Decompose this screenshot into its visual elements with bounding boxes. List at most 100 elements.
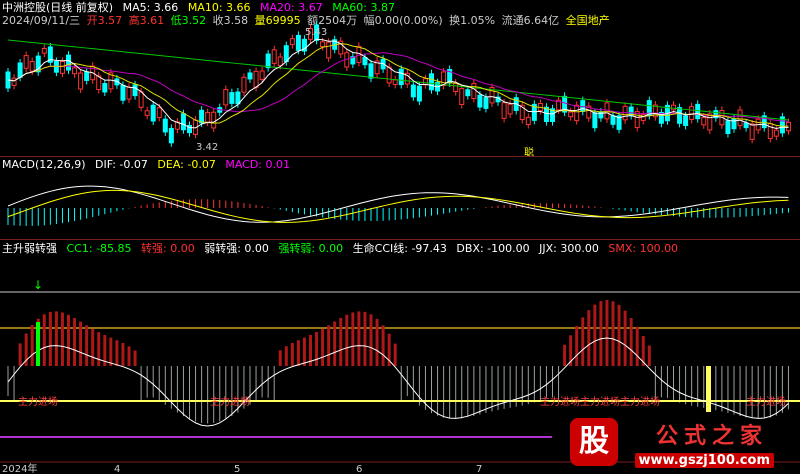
indicator-bar bbox=[13, 366, 15, 401]
indicator-bar bbox=[48, 311, 52, 366]
rzq-value: 弱转强: 0.00 bbox=[204, 242, 269, 255]
low-price-label: 3.42 bbox=[196, 142, 218, 153]
candle bbox=[743, 122, 749, 129]
indicator-bar bbox=[115, 340, 119, 366]
indicator-bar bbox=[461, 366, 463, 419]
candle bbox=[695, 103, 701, 120]
candle bbox=[271, 49, 277, 64]
indicator-bar bbox=[685, 366, 687, 405]
indicator-bar bbox=[443, 366, 445, 418]
candle bbox=[386, 66, 392, 84]
candle bbox=[574, 104, 580, 122]
indicator-bar bbox=[763, 366, 765, 419]
x-tick-0: 2024年 bbox=[2, 462, 37, 474]
indicator-bar bbox=[727, 366, 729, 414]
candle bbox=[453, 82, 459, 93]
indicator-bar bbox=[261, 366, 263, 398]
candle bbox=[17, 62, 23, 78]
macd-header: MACD(12,26,9) DIF: -0.07 DEA: -0.07 MACD… bbox=[2, 158, 296, 171]
x-tick-3: 6 bbox=[356, 464, 362, 474]
indicator-bar bbox=[255, 366, 257, 401]
indicator-bar bbox=[201, 366, 203, 424]
candle bbox=[701, 117, 707, 126]
indicator-bar bbox=[363, 311, 367, 366]
macd-value: MACD: 0.01 bbox=[225, 158, 290, 171]
indicator-bar bbox=[611, 301, 615, 366]
candle bbox=[525, 116, 531, 126]
indicator-bar bbox=[284, 346, 288, 366]
candle bbox=[368, 63, 374, 79]
indicator-bar bbox=[533, 366, 535, 403]
indicator-bar bbox=[660, 366, 662, 398]
candle bbox=[78, 72, 84, 90]
candle bbox=[592, 112, 598, 129]
indicator-bar bbox=[733, 366, 735, 415]
pane-divider-1 bbox=[0, 156, 800, 157]
candle bbox=[241, 76, 247, 93]
indicator-bar bbox=[321, 328, 325, 366]
chart-canvas[interactable]: 5.43 3.42 聪 ↓ 主力进场 主力进场 主力进场主力进场主力进场 主力进… bbox=[0, 0, 800, 474]
candle bbox=[465, 89, 471, 97]
indicator-bar bbox=[400, 366, 402, 401]
candle bbox=[398, 68, 404, 86]
candles bbox=[5, 20, 791, 147]
candle bbox=[689, 106, 695, 120]
indicator-bar bbox=[109, 337, 113, 366]
indicator-bar bbox=[787, 366, 789, 410]
indicator-bar bbox=[558, 366, 560, 402]
candle bbox=[211, 111, 217, 129]
candle bbox=[132, 84, 138, 97]
candle bbox=[235, 91, 241, 105]
indicator-bar bbox=[623, 310, 627, 366]
indicator-bar bbox=[327, 325, 331, 366]
indicator-bar bbox=[133, 350, 137, 366]
candle bbox=[392, 79, 398, 85]
indicator-bar bbox=[418, 366, 420, 406]
indicator-bar bbox=[605, 300, 609, 366]
candle bbox=[199, 109, 205, 124]
candle bbox=[253, 70, 259, 88]
indicator-bar bbox=[302, 337, 306, 366]
indicator-bar bbox=[140, 366, 142, 401]
watermark: 股 公式之家 www.gszj100.com bbox=[556, 412, 796, 472]
dea-value: DEA: -0.07 bbox=[157, 158, 216, 171]
candle bbox=[180, 113, 186, 131]
candle bbox=[640, 114, 646, 121]
cci-value: 生命CCI线: -97.43 bbox=[352, 242, 447, 255]
indicator-bar bbox=[176, 366, 178, 413]
indicator-bar bbox=[769, 366, 771, 418]
candle bbox=[59, 60, 65, 74]
indicator-bar bbox=[207, 366, 209, 424]
indicator-bar bbox=[581, 317, 585, 366]
indicator-bar bbox=[491, 366, 493, 412]
candle bbox=[416, 85, 422, 102]
candle bbox=[610, 115, 616, 125]
indicator-bar bbox=[345, 314, 349, 366]
indicator-bar bbox=[225, 366, 227, 420]
indicator-bar bbox=[599, 301, 603, 366]
macd-bars bbox=[7, 199, 789, 226]
candle bbox=[362, 57, 368, 66]
indicator-bar bbox=[296, 340, 300, 366]
indicator-bar bbox=[97, 332, 101, 366]
candle bbox=[66, 54, 71, 71]
candle bbox=[671, 104, 676, 111]
indicator-bar bbox=[563, 344, 567, 366]
candle bbox=[29, 60, 35, 72]
indicator-bar bbox=[182, 366, 184, 417]
candle bbox=[265, 53, 271, 69]
indicator-bars bbox=[7, 300, 789, 424]
indicator-bar bbox=[647, 345, 651, 366]
indicator-title: 主升弱转强 bbox=[2, 242, 57, 255]
indicator-header: 主升弱转强 CC1: -85.85 转强: 0.00 弱转强: 0.00 强转弱… bbox=[2, 242, 684, 255]
indicator-bar bbox=[79, 321, 83, 366]
candle bbox=[126, 86, 132, 100]
indicator-bar bbox=[164, 366, 166, 405]
indicator-bar bbox=[587, 310, 591, 366]
qzr-value: 强转弱: 0.00 bbox=[278, 242, 344, 255]
candle bbox=[53, 60, 59, 73]
indicator-bar bbox=[333, 321, 337, 366]
indicator-bar bbox=[455, 366, 457, 419]
candle bbox=[144, 110, 150, 116]
candle bbox=[604, 102, 610, 120]
